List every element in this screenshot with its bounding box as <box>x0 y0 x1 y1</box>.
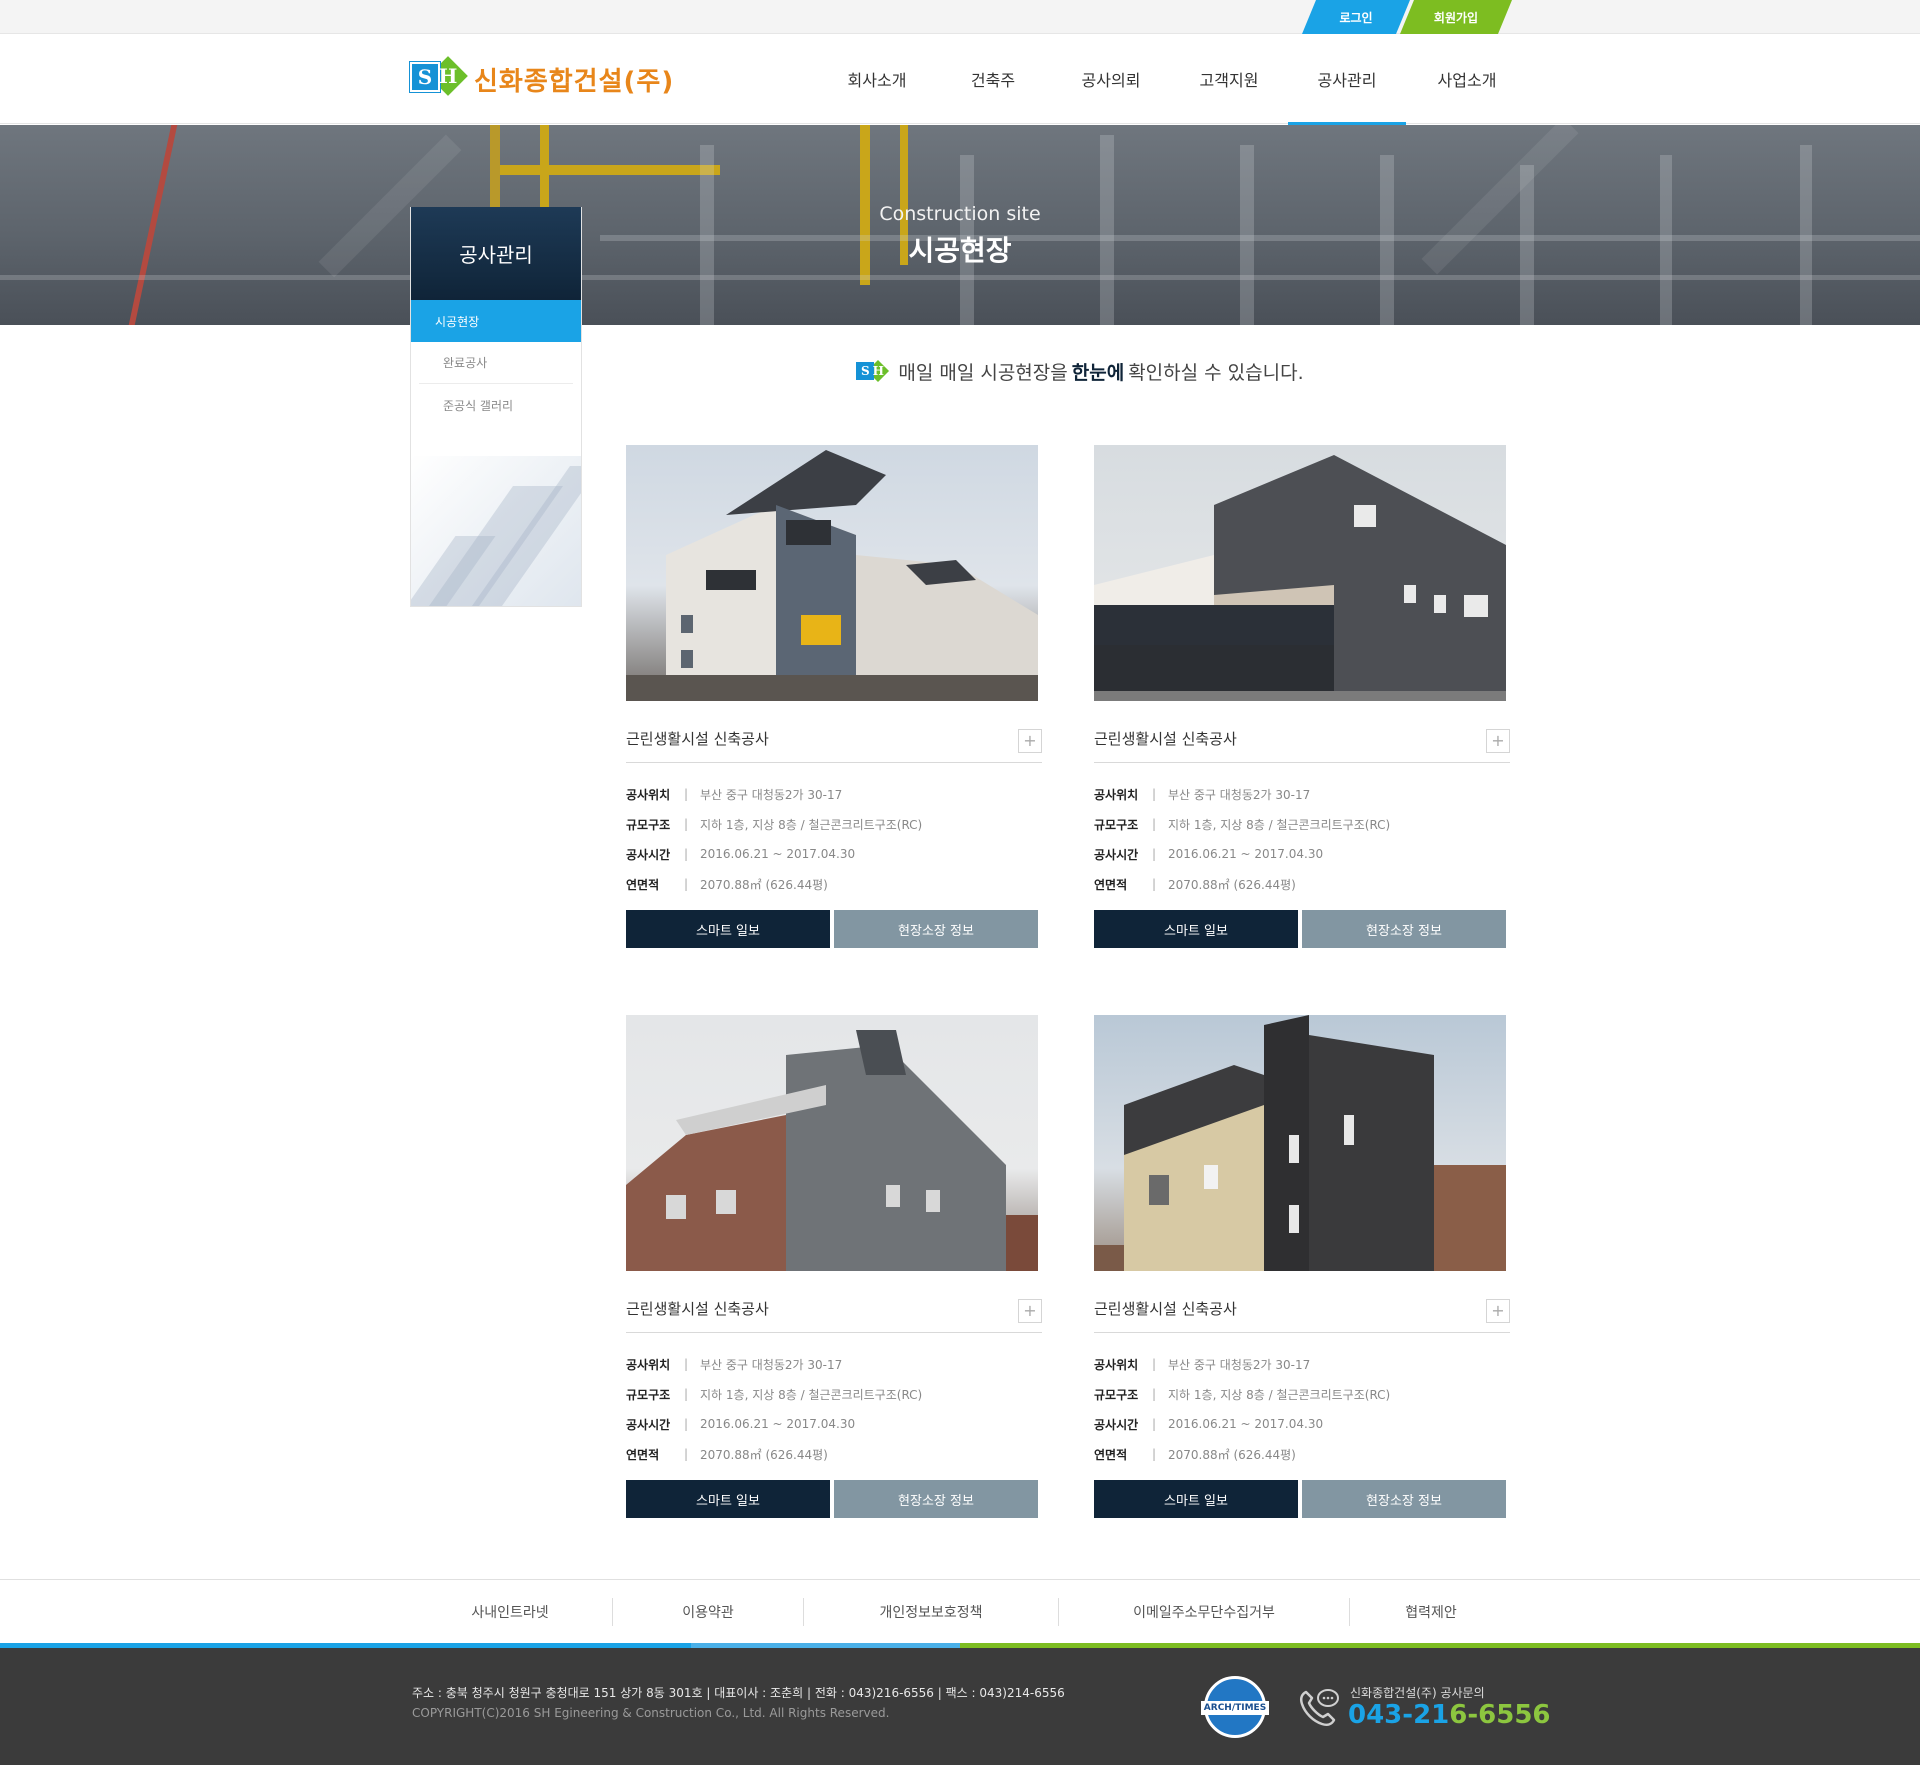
footer-link-email-refusal[interactable]: 이메일주소무단수집거부 <box>1060 1580 1348 1644</box>
header: S H 신화종합건설(주) 회사소개 건축주 공사의뢰 고객지원 공사관리 사업… <box>0 34 1920 125</box>
side-nav-title: 공사관리 <box>411 207 581 300</box>
info-label: 규모구조 <box>1094 1387 1139 1402</box>
logo-mark-icon: SH <box>856 359 890 385</box>
info-label: 공사위치 <box>1094 787 1139 802</box>
site-manager-button[interactable]: 현장소장 정보 <box>834 910 1038 948</box>
info-label: 공사시간 <box>626 1417 671 1432</box>
info-label: 연면적 <box>1094 877 1128 892</box>
smart-report-button[interactable]: 스마트 일보 <box>626 910 830 948</box>
top-utility-bar: 로그인 회원가입 <box>0 0 1920 34</box>
side-nav-decoration <box>411 456 581 606</box>
site-card: 근린생활시설 신축공사 + 공사위치 | 부산 중구 대청동2가 30-17 규모구… <box>626 1015 1042 1518</box>
plus-icon[interactable]: + <box>1486 1299 1510 1323</box>
info-value: 2016.06.21 ~ 2017.04.30 <box>700 847 856 861</box>
info-label: 공사시간 <box>1094 1417 1139 1432</box>
info-label: 규모구조 <box>626 817 671 832</box>
site-photo[interactable] <box>1094 1015 1506 1271</box>
info-value: 지하 1층, 지상 8층 / 철근콘크리트구조(RC) <box>1168 817 1391 832</box>
site-card: 근린생활시설 신축공사 + 공사위치 | 부산 중구 대청동2가 30-17 규모구… <box>1094 445 1510 948</box>
site-title[interactable]: 근린생활시설 신축공사 <box>626 1293 1042 1325</box>
info-label: 공사위치 <box>626 1357 671 1372</box>
footer-link-intranet[interactable]: 사내인트라넷 <box>410 1580 610 1644</box>
info-value: 지하 1층, 지상 8층 / 철근콘크리트구조(RC) <box>700 1387 923 1402</box>
phone-number[interactable]: 043-216-6556 <box>1348 1700 1551 1730</box>
nav-item-owner[interactable]: 건축주 <box>934 34 1052 124</box>
info-value: 2070.88㎡ (626.44평) <box>700 1447 828 1462</box>
site-card: 근린생활시설 신축공사 + 공사위치 | 부산 중구 대청동2가 30-17 규모구… <box>626 445 1042 948</box>
site-manager-button[interactable]: 현장소장 정보 <box>1302 1480 1506 1518</box>
nav-item-support[interactable]: 고객지원 <box>1170 34 1288 124</box>
certification-badge-icon: ARCH/TIMES <box>1201 1676 1269 1738</box>
info-label: 공사시간 <box>1094 847 1139 862</box>
info-value: 2016.06.21 ~ 2017.04.30 <box>1168 847 1324 861</box>
footer-nav: 사내인트라넷 이용약관 개인정보보호정책 이메일주소무단수집거부 협력제안 <box>0 1579 1920 1643</box>
footer-link-partnership[interactable]: 협력제안 <box>1351 1580 1511 1644</box>
info-value: 2070.88㎡ (626.44평) <box>1168 877 1296 892</box>
page-banner: Construction site 시공현장 <box>0 125 1920 325</box>
side-nav-item-completed[interactable]: 완료공사 <box>419 342 573 384</box>
info-value: 지하 1층, 지상 8층 / 철근콘크리트구조(RC) <box>1168 1387 1391 1402</box>
footer-link-terms[interactable]: 이용약관 <box>614 1580 802 1644</box>
phone-label: 신화종합건설(주) 공사문의 <box>1350 1686 1485 1700</box>
smart-report-button[interactable]: 스마트 일보 <box>626 1480 830 1518</box>
nav-item-construction-management[interactable]: 공사관리 <box>1288 34 1406 125</box>
info-value: 지하 1층, 지상 8층 / 철근콘크리트구조(RC) <box>700 817 923 832</box>
logo-text: 신화종합건설(주) <box>474 66 675 97</box>
plus-icon[interactable]: + <box>1018 729 1042 753</box>
info-label: 공사위치 <box>626 787 671 802</box>
site-title[interactable]: 근린생활시설 신축공사 <box>626 723 1042 755</box>
footer-link-privacy[interactable]: 개인정보보호정책 <box>805 1580 1057 1644</box>
site-manager-button[interactable]: 현장소장 정보 <box>1302 910 1506 948</box>
info-label: 연면적 <box>626 1447 660 1462</box>
logo[interactable]: S H 신화종합건설(주) <box>409 56 675 102</box>
site-photo[interactable] <box>1094 445 1506 701</box>
footer-copyright: COPYRIGHT(C)2016 SH Egineering & Constru… <box>412 1706 890 1720</box>
info-label: 연면적 <box>626 877 660 892</box>
nav-item-request[interactable]: 공사의뢰 <box>1052 34 1170 124</box>
info-value: 2016.06.21 ~ 2017.04.30 <box>700 1417 856 1431</box>
smart-report-button[interactable]: 스마트 일보 <box>1094 1480 1298 1518</box>
join-button[interactable]: 회원가입 <box>1400 0 1512 34</box>
info-label: 규모구조 <box>1094 817 1139 832</box>
logo-mark-icon: S H <box>409 56 472 102</box>
plus-icon[interactable]: + <box>1018 1299 1042 1323</box>
smart-report-button[interactable]: 스마트 일보 <box>1094 910 1298 948</box>
site-title[interactable]: 근린생활시설 신축공사 <box>1094 1293 1510 1325</box>
intro-suffix: 확인하실 수 있습니다. <box>1128 362 1304 384</box>
site-photo[interactable] <box>626 445 1038 701</box>
info-value: 2070.88㎡ (626.44평) <box>700 877 828 892</box>
footer: 주소 : 충북 청주시 청원구 충청대로 151 상가 8동 301호 | 대표… <box>0 1648 1920 1765</box>
intro-highlight: 한눈에 <box>1071 362 1125 384</box>
info-value: 2070.88㎡ (626.44평) <box>1168 1447 1296 1462</box>
site-manager-button[interactable]: 현장소장 정보 <box>834 1480 1038 1518</box>
banner-title: 시공현장 <box>908 234 1012 267</box>
site-photo[interactable] <box>626 1015 1038 1271</box>
info-value: 2016.06.21 ~ 2017.04.30 <box>1168 1417 1324 1431</box>
login-button[interactable]: 로그인 <box>1302 0 1410 34</box>
phone-icon <box>1299 1689 1339 1727</box>
side-nav: 공사관리 시공현장 완료공사 준공식 갤러리 <box>410 207 582 607</box>
site-title[interactable]: 근린생활시설 신축공사 <box>1094 723 1510 755</box>
main-nav: 회사소개 건축주 공사의뢰 고객지원 공사관리 사업소개 <box>820 34 1528 125</box>
nav-item-business[interactable]: 사업소개 <box>1406 34 1528 124</box>
info-value: 부산 중구 대청동2가 30-17 <box>1168 1357 1311 1372</box>
info-label: 연면적 <box>1094 1447 1128 1462</box>
info-value: 부산 중구 대청동2가 30-17 <box>1168 787 1311 802</box>
side-nav-item-construction-site[interactable]: 시공현장 <box>411 300 581 342</box>
info-label: 공사위치 <box>1094 1357 1139 1372</box>
info-label: 공사시간 <box>626 847 671 862</box>
plus-icon[interactable]: + <box>1486 729 1510 753</box>
info-value: 부산 중구 대청동2가 30-17 <box>700 787 843 802</box>
intro-prefix: 매일 매일 시공현장을 <box>898 362 1068 384</box>
banner-subtitle: Construction site <box>879 203 1041 225</box>
intro-message: SH 매일 매일 시공현장을 한눈에 확인하실 수 있습니다. <box>580 358 1580 385</box>
footer-address: 주소 : 충북 청주시 청원구 충청대로 151 상가 8동 301호 | 대표… <box>412 1686 1065 1700</box>
site-card: 근린생활시설 신축공사 + 공사위치 | 부산 중구 대청동2가 30-17 규모구… <box>1094 1015 1510 1518</box>
info-label: 규모구조 <box>626 1387 671 1402</box>
side-nav-item-gallery[interactable]: 준공식 갤러리 <box>419 384 573 426</box>
info-value: 부산 중구 대청동2가 30-17 <box>700 1357 843 1372</box>
nav-item-company[interactable]: 회사소개 <box>820 34 934 124</box>
badge-label: ARCH/TIMES <box>1201 1701 1269 1715</box>
